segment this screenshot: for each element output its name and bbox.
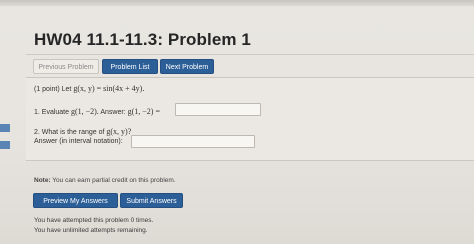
question-1-answer-prefix: Answer: xyxy=(98,109,128,116)
browser-top-edge xyxy=(0,0,474,6)
page-title: HW04 11.1-11.3: Problem 1 xyxy=(34,30,251,49)
partial-credit-note: Note: You can earn partial credit on thi… xyxy=(34,177,176,184)
side-tab-marker xyxy=(0,124,10,132)
note-text: You can earn partial credit on this prob… xyxy=(50,177,176,184)
remaining-attempts-status: You have unlimited attempts remaining. xyxy=(34,227,148,234)
question-2-math: g(x, y)? xyxy=(106,127,132,136)
preview-answers-button[interactable]: Preview My Answers xyxy=(33,193,118,208)
question-1-answer-field[interactable] xyxy=(175,103,261,116)
problem-list-button[interactable]: Problem List xyxy=(102,59,158,74)
question-2-prefix: 2. What is the range of xyxy=(34,129,107,136)
problem-intro: (1 point) Let g(x, y) = sin(4x + 4y). xyxy=(34,84,144,93)
submit-answers-button[interactable]: Submit Answers xyxy=(120,193,183,208)
previous-problem-button[interactable]: Previous Problem xyxy=(33,59,99,74)
next-problem-button[interactable]: Next Problem xyxy=(160,59,214,74)
question-2-answer-label: Answer (in interval notation): xyxy=(34,138,123,145)
problem-intro-math: g(x, y) = sin(4x + 4y). xyxy=(73,84,145,93)
problem-intro-prefix: (1 point) Let xyxy=(34,86,74,93)
question-1-answer-math: g(1, −2) = xyxy=(127,107,160,116)
title-divider xyxy=(26,54,474,55)
note-label: Note: xyxy=(34,177,51,184)
question-1-math: g(1, −2). xyxy=(70,107,99,116)
question-1: 1. Evaluate g(1, −2). Answer: g(1, −2) = xyxy=(34,107,160,116)
question-2-answer-field[interactable] xyxy=(131,135,255,148)
question-2: 2. What is the range of g(x, y)? xyxy=(34,127,131,136)
side-tab-marker xyxy=(0,141,10,149)
attempts-status: You have attempted this problem 0 times. xyxy=(34,217,154,224)
question-1-prefix: 1. Evaluate xyxy=(34,109,71,116)
